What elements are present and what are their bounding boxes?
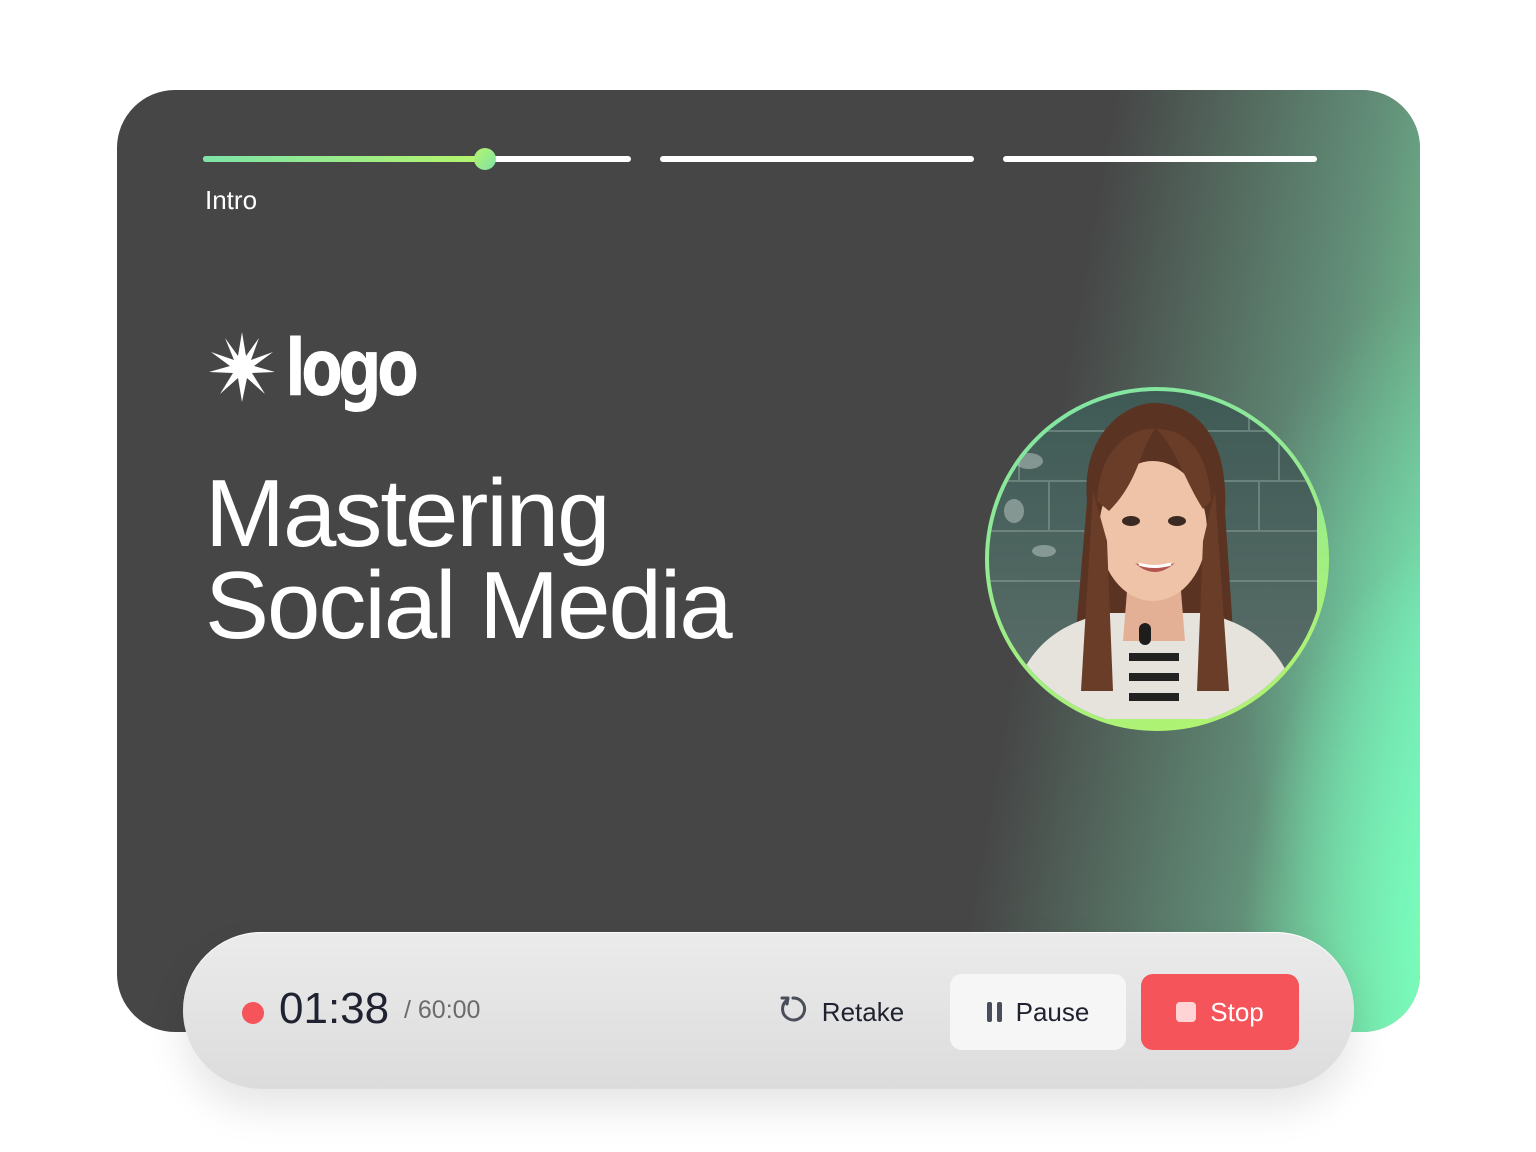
stop-button[interactable]: Stop xyxy=(1141,974,1299,1050)
elapsed-time: 01:38 xyxy=(279,984,390,1033)
total-duration: / 60:00 xyxy=(404,996,481,1024)
stop-label: Stop xyxy=(1210,996,1264,1027)
slide-title: Mastering Social Media xyxy=(205,460,733,659)
record-indicator-icon xyxy=(242,1002,264,1024)
slide-title-line-2: Social Media xyxy=(205,552,733,659)
logo-wordmark: logo xyxy=(285,324,419,414)
pause-button[interactable]: Pause xyxy=(950,974,1126,1050)
retake-button[interactable]: Retake xyxy=(771,974,911,1050)
recording-stage: Intro logo Mastering Social Media 01:38 … xyxy=(0,0,1536,1152)
starburst-icon xyxy=(209,331,275,407)
pause-label: Pause xyxy=(1015,996,1090,1027)
progress-fill xyxy=(203,156,486,162)
pause-icon xyxy=(986,1002,1002,1022)
slide-title-line-1: Mastering xyxy=(205,460,610,567)
progress-segment-1[interactable] xyxy=(203,148,631,170)
slide-preview: Intro logo Mastering Social Media xyxy=(117,90,1420,1032)
recording-toolbar: 01:38 / 60:00 Retake Pause Stop xyxy=(183,932,1354,1089)
presenter-video xyxy=(989,391,1325,727)
brand-logo: logo xyxy=(209,330,451,408)
progress-segment-2[interactable] xyxy=(660,156,974,162)
segment-label: Intro xyxy=(205,185,258,215)
progress-segment-3[interactable] xyxy=(1003,156,1317,162)
stop-icon xyxy=(1176,1002,1197,1022)
presenter-camera-bubble[interactable] xyxy=(985,387,1329,731)
retake-label: Retake xyxy=(821,996,905,1027)
retake-icon xyxy=(778,994,808,1031)
